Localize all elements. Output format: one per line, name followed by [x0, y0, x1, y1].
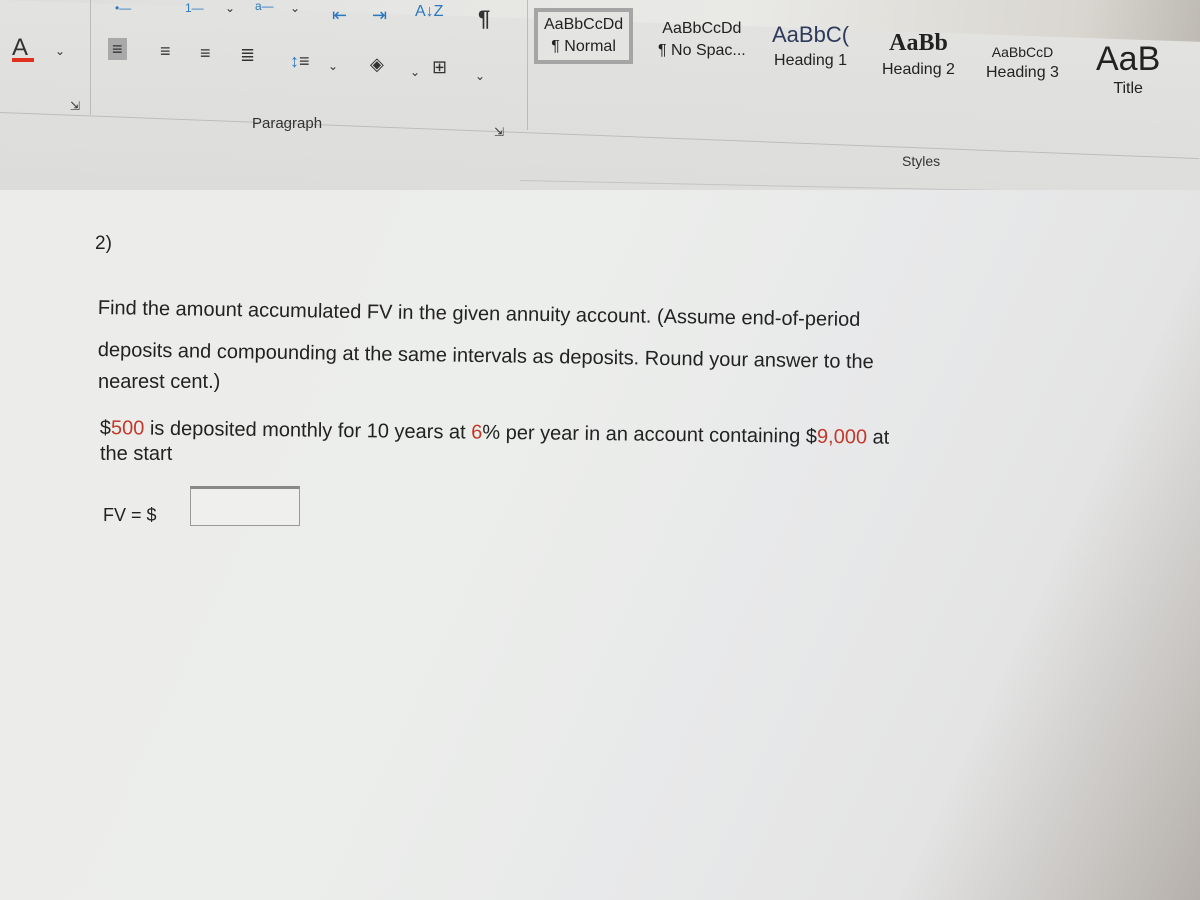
justify-icon[interactable]: ≣	[240, 46, 255, 64]
fv-answer-input[interactable]	[190, 486, 300, 526]
question-number: 2)	[95, 233, 112, 254]
style-name: Heading 1	[774, 52, 847, 69]
style-name: Heading 2	[882, 61, 955, 78]
fv-label: FV = $	[103, 505, 157, 525]
style-sample: AaBbCcDd	[544, 16, 624, 33]
style-heading-3[interactable]: AaBbCcD Heading 3	[986, 44, 1059, 82]
shading-dropdown-chevron-icon[interactable]: ⌄	[410, 66, 420, 78]
align-center-icon[interactable]: ≡	[160, 42, 171, 60]
style-no-spacing[interactable]: AaBbCcDd ¶ No Spac...	[658, 20, 746, 60]
style-name: Title	[1113, 80, 1143, 97]
decrease-indent-icon[interactable]: ⇤	[332, 6, 347, 24]
sort-icon[interactable]: A↓Z	[415, 4, 443, 20]
style-sample: AaBbCcD	[991, 44, 1054, 60]
style-name: ¶ Normal	[551, 38, 616, 55]
style-heading-1[interactable]: AaBbC( Heading 1	[772, 22, 849, 70]
document-page	[0, 190, 1200, 900]
paragraph-group-label: Paragraph	[252, 115, 323, 132]
font-dialog-launcher-icon[interactable]: ⇲	[70, 100, 80, 112]
multilevel-list-icon[interactable]: a—	[255, 0, 274, 12]
align-left-icon[interactable]: ≡	[108, 38, 127, 60]
interest-rate: 6	[471, 421, 483, 444]
numbering-dropdown-chevron-icon[interactable]: ⌄	[225, 2, 235, 14]
font-color-icon: A	[12, 34, 29, 61]
numbering-icon[interactable]: 1—	[185, 2, 204, 14]
style-name: Heading 3	[986, 64, 1059, 81]
paragraph-dialog-launcher-icon[interactable]: ⇲	[494, 126, 504, 138]
borders-icon[interactable]: ⊞	[432, 58, 447, 76]
increase-indent-icon[interactable]: ⇥	[372, 6, 387, 24]
initial-amount: 9,000	[816, 425, 868, 449]
style-title[interactable]: AaB Title	[1096, 42, 1160, 98]
style-sample: AaB	[1096, 40, 1161, 78]
style-name: ¶ No Spac...	[658, 42, 746, 59]
problem-text: is deposited monthly for 10 years at	[144, 417, 472, 444]
problem-text: % per year in an account containing $	[482, 421, 818, 448]
problem-statement-line-2: the start	[100, 443, 173, 465]
group-separator	[90, 0, 91, 115]
borders-dropdown-chevron-icon[interactable]: ⌄	[475, 70, 485, 82]
deposit-amount: 500	[110, 417, 145, 440]
font-color-dropdown-chevron-icon[interactable]: ⌄	[55, 45, 65, 57]
style-normal[interactable]: AaBbCcDd ¶ Normal	[534, 8, 634, 64]
pilcrow: ¶	[478, 6, 491, 31]
multilevel-dropdown-chevron-icon[interactable]: ⌄	[290, 2, 300, 14]
bullets-icon[interactable]: •—	[115, 2, 131, 14]
line-spacing-dropdown-chevron-icon[interactable]: ⌄	[328, 60, 338, 72]
style-heading-2[interactable]: AaBb Heading 2	[882, 30, 955, 79]
shading-icon[interactable]: ◈	[370, 55, 384, 73]
sort-glyph: A↓Z	[415, 3, 444, 20]
instruction-line-3: nearest cent.)	[98, 371, 221, 393]
style-sample: AaBbC(	[772, 22, 850, 47]
problem-text: at	[866, 426, 890, 449]
font-color-button[interactable]: A	[12, 36, 34, 62]
style-sample: AaBb	[889, 30, 948, 56]
line-spacing-icon[interactable]: ↕≡	[290, 52, 310, 70]
styles-group-label: Styles	[902, 153, 941, 169]
align-right-icon[interactable]: ≡	[200, 44, 211, 62]
style-sample: AaBbCcDd	[662, 20, 742, 37]
group-separator	[527, 0, 528, 130]
show-formatting-icon[interactable]: ¶	[478, 8, 490, 30]
problem-text: $	[99, 417, 112, 440]
